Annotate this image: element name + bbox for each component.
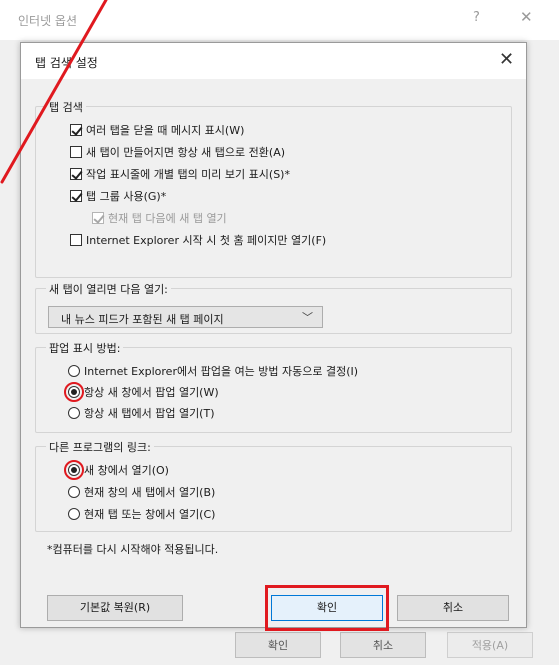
parent-ok-button[interactable]: 확인 <box>235 632 321 658</box>
radio-button[interactable] <box>68 508 80 520</box>
links-group: 다른 프로그램의 링크: 새 창에서 열기(O) 현재 창의 새 탭에서 열기(… <box>35 439 512 532</box>
new-tab-group: 새 탭이 열리면 다음 열기: 내 뉴스 피드가 포함된 새 탭 페이지 ﹀ <box>35 281 512 334</box>
new-tab-group-label: 새 탭이 열리면 다음 열기: <box>46 281 171 297</box>
parent-cancel-button[interactable]: 취소 <box>340 632 426 658</box>
checkbox[interactable] <box>70 190 82 202</box>
restore-defaults-button[interactable]: 기본값 복원(R) <box>47 595 183 621</box>
help-icon[interactable]: ? <box>473 10 480 25</box>
parent-title: 인터넷 옵션 <box>18 14 78 28</box>
annotation-highlight-box <box>265 585 389 631</box>
option-warn-close-tabs[interactable]: 여러 탭을 닫을 때 메시지 표시(W) <box>70 121 244 139</box>
option-first-home-page-only[interactable]: Internet Explorer 시작 시 첫 홈 페이지만 열기(F) <box>70 231 326 249</box>
dialog-close-icon[interactable]: ✕ <box>499 49 514 70</box>
tab-browsing-group-label: 탭 검색 <box>46 99 86 115</box>
link-option-current-tab[interactable]: 현재 탭 또는 창에서 열기(C) <box>68 505 215 523</box>
checkbox[interactable] <box>70 124 82 136</box>
chevron-down-icon: ﹀ <box>302 311 313 324</box>
dialog-title: 탭 검색 설정 <box>35 56 98 70</box>
parent-close-icon[interactable]: ✕ <box>520 8 533 26</box>
annotation-circle <box>64 382 84 402</box>
checkbox <box>92 212 104 224</box>
option-tab-groups[interactable]: 탭 그룹 사용(G)* <box>70 187 166 205</box>
popup-option-auto[interactable]: Internet Explorer에서 팝업을 여는 방법 자동으로 결정(I) <box>68 362 358 380</box>
radio-button[interactable] <box>68 486 80 498</box>
tab-browsing-settings-dialog: 탭 검색 설정 ✕ 탭 검색 여러 탭을 닫을 때 메시지 표시(W) 새 탭이… <box>20 42 527 631</box>
annotation-circle <box>64 460 84 480</box>
checkbox[interactable] <box>70 146 82 158</box>
option-open-next-to-current: 현재 탭 다음에 새 탭 열기 <box>92 209 227 227</box>
link-option-new-tab[interactable]: 현재 창의 새 탭에서 열기(B) <box>68 483 215 501</box>
option-taskbar-previews[interactable]: 작업 표시줄에 개별 탭의 미리 보기 표시(S)* <box>70 165 290 183</box>
popups-group: 팝업 표시 방법: Internet Explorer에서 팝업을 여는 방법 … <box>35 340 512 433</box>
popup-option-new-window[interactable]: 항상 새 창에서 팝업 열기(W) <box>68 383 219 401</box>
popups-group-label: 팝업 표시 방법: <box>46 340 124 356</box>
new-tab-page-select[interactable]: 내 뉴스 피드가 포함된 새 탭 페이지 ﹀ <box>48 306 323 328</box>
cancel-button[interactable]: 취소 <box>397 595 509 621</box>
dialog-titlebar: 탭 검색 설정 ✕ <box>21 43 526 79</box>
new-tab-page-value: 내 뉴스 피드가 포함된 새 탭 페이지 <box>61 313 224 326</box>
links-group-label: 다른 프로그램의 링크: <box>46 439 154 455</box>
radio-button[interactable] <box>68 365 80 377</box>
checkbox[interactable] <box>70 168 82 180</box>
restart-note: *컴퓨터를 다시 시작해야 적용됩니다. <box>47 543 219 556</box>
parent-titlebar: 인터넷 옵션 ? ✕ <box>0 0 559 40</box>
tab-browsing-group: 탭 검색 여러 탭을 닫을 때 메시지 표시(W) 새 탭이 만들어지면 항상 … <box>35 99 512 278</box>
parent-apply-button[interactable]: 적용(A) <box>447 632 533 658</box>
checkbox[interactable] <box>70 234 82 246</box>
radio-button[interactable] <box>68 407 80 419</box>
popup-option-new-tab[interactable]: 항상 새 탭에서 팝업 열기(T) <box>68 404 215 422</box>
option-switch-to-new-tab[interactable]: 새 탭이 만들어지면 항상 새 탭으로 전환(A) <box>70 143 285 161</box>
